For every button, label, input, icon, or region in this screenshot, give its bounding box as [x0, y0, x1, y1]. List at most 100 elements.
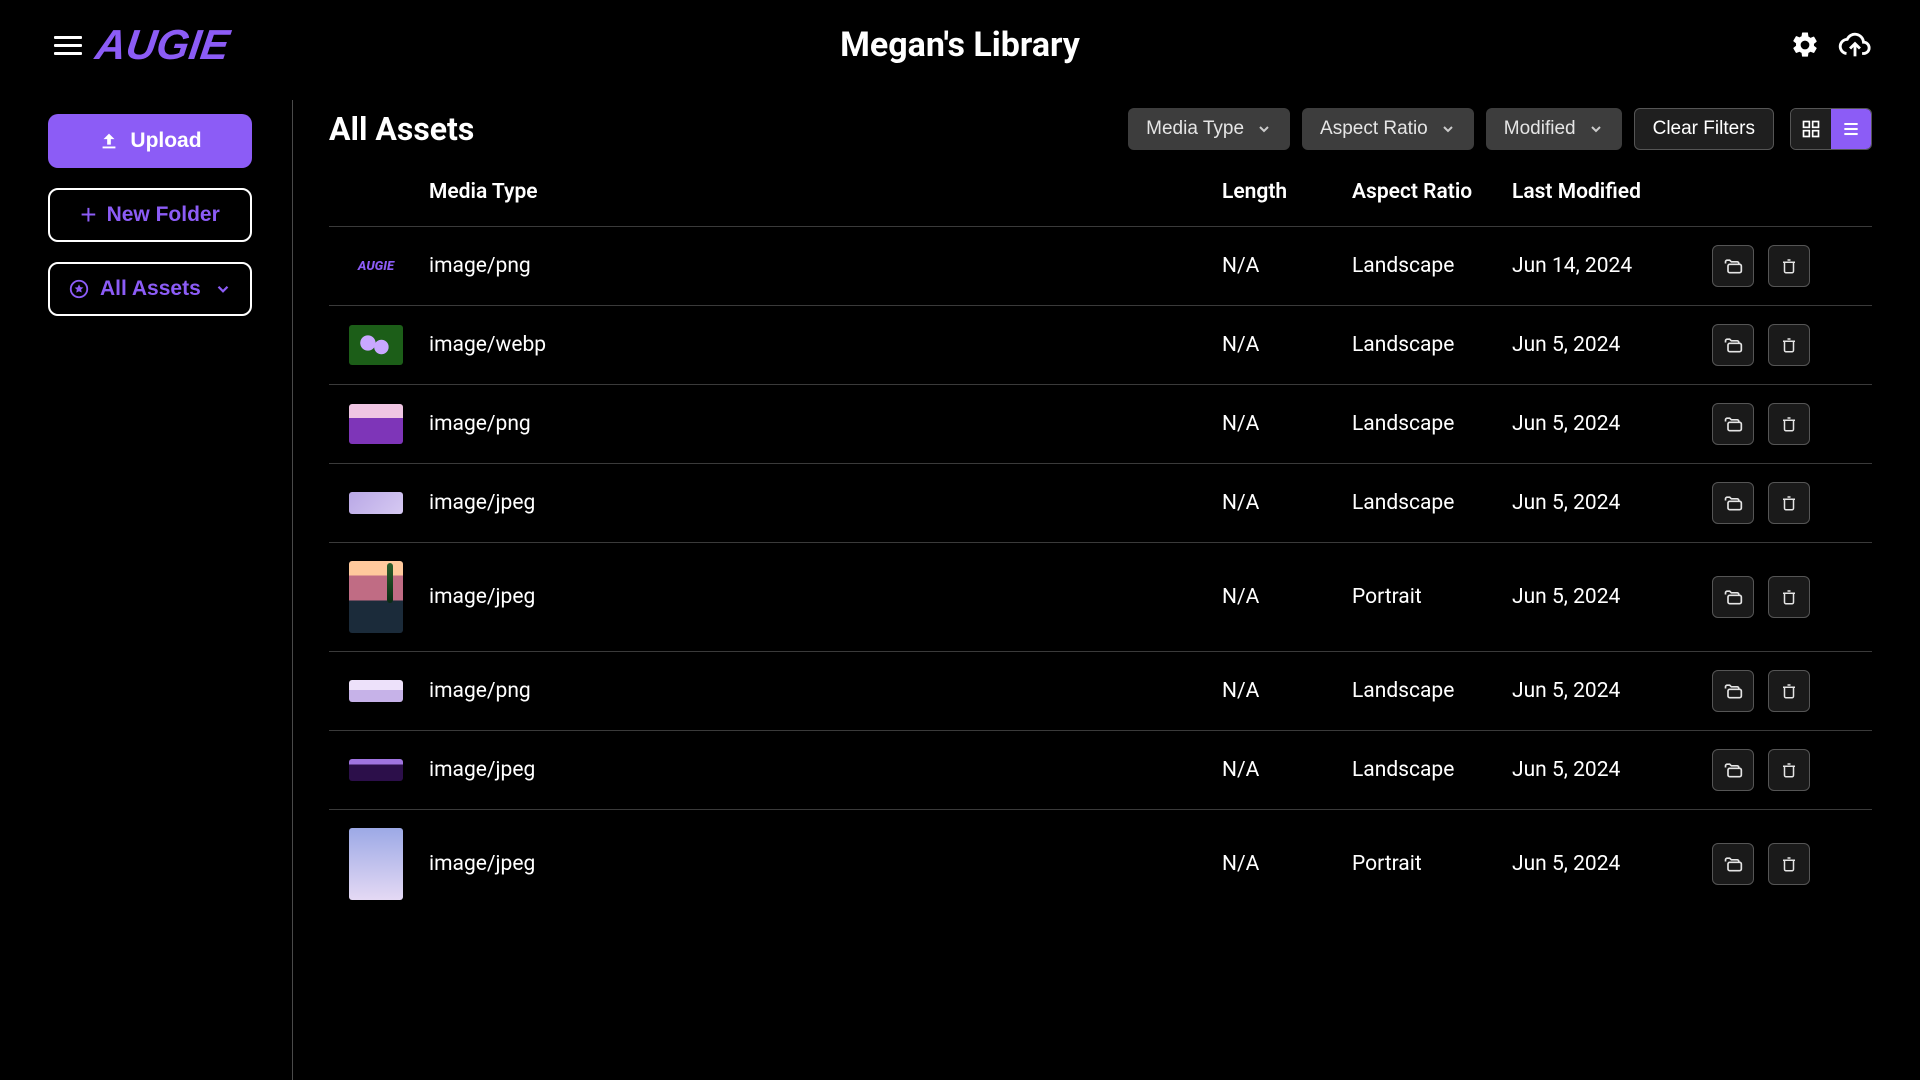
- delete-button[interactable]: [1768, 482, 1810, 524]
- cell-last-modified: Jun 5, 2024: [1512, 585, 1712, 609]
- table-row[interactable]: image/pngN/ALandscapeJun 5, 2024: [329, 651, 1872, 730]
- chevron-down-icon: [1588, 121, 1604, 137]
- move-to-folder-button[interactable]: [1712, 245, 1754, 287]
- col-length: Length: [1222, 180, 1352, 204]
- cell-aspect-ratio: Landscape: [1352, 491, 1512, 515]
- cell-length: N/A: [1222, 412, 1352, 436]
- cell-last-modified: Jun 5, 2024: [1512, 852, 1712, 876]
- delete-button[interactable]: [1768, 843, 1810, 885]
- cell-aspect-ratio: Landscape: [1352, 679, 1512, 703]
- cell-last-modified: Jun 5, 2024: [1512, 412, 1712, 436]
- table-row[interactable]: image/webpN/ALandscapeJun 5, 2024: [329, 305, 1872, 384]
- gear-icon: [1790, 30, 1820, 60]
- hamburger-menu-button[interactable]: [46, 23, 90, 67]
- cell-media-type: image/jpeg: [429, 491, 1222, 515]
- move-to-folder-button[interactable]: [1712, 576, 1754, 618]
- chevron-down-icon: [1440, 121, 1456, 137]
- sidebar: Upload + New Folder All Assets: [0, 90, 292, 1080]
- filter-media-type[interactable]: Media Type: [1128, 108, 1290, 150]
- delete-button[interactable]: [1768, 245, 1810, 287]
- delete-button[interactable]: [1768, 576, 1810, 618]
- filter-modified[interactable]: Modified: [1486, 108, 1622, 150]
- row-actions: [1712, 749, 1872, 791]
- table-row[interactable]: image/jpegN/APortraitJun 5, 2024: [329, 809, 1872, 918]
- asset-thumbnail: AUGIE: [349, 246, 403, 286]
- trash-icon: [1780, 414, 1798, 434]
- all-assets-dropdown[interactable]: All Assets: [48, 262, 252, 316]
- asset-thumbnail: [349, 828, 403, 900]
- grid-icon: [1801, 119, 1821, 139]
- table-body: AUGIEimage/pngN/ALandscapeJun 14, 2024im…: [329, 226, 1872, 918]
- cell-media-type: image/webp: [429, 333, 1222, 357]
- cell-aspect-ratio: Landscape: [1352, 333, 1512, 357]
- upload-button[interactable]: Upload: [48, 114, 252, 168]
- folders-icon: [1723, 587, 1743, 607]
- row-actions: [1712, 245, 1872, 287]
- table-row[interactable]: image/pngN/ALandscapeJun 5, 2024: [329, 384, 1872, 463]
- asset-thumbnail: [349, 325, 403, 365]
- table-row[interactable]: AUGIEimage/pngN/ALandscapeJun 14, 2024: [329, 226, 1872, 305]
- filter-controls: Media Type Aspect Ratio Modified Clear F…: [1128, 108, 1872, 150]
- main-content: All Assets Media Type Aspect Ratio Modif…: [293, 90, 1920, 1080]
- move-to-folder-button[interactable]: [1712, 324, 1754, 366]
- row-actions: [1712, 324, 1872, 366]
- page-title: Megan's Library: [840, 25, 1080, 65]
- trash-icon: [1780, 681, 1798, 701]
- trash-icon: [1780, 256, 1798, 276]
- move-to-folder-button[interactable]: [1712, 403, 1754, 445]
- filter-modified-label: Modified: [1504, 118, 1576, 140]
- cell-aspect-ratio: Landscape: [1352, 254, 1512, 278]
- folders-icon: [1723, 256, 1743, 276]
- cell-length: N/A: [1222, 758, 1352, 782]
- asset-thumbnail: [349, 561, 403, 633]
- new-folder-label: New Folder: [107, 203, 220, 227]
- delete-button[interactable]: [1768, 749, 1810, 791]
- move-to-folder-button[interactable]: [1712, 749, 1754, 791]
- filter-media-type-label: Media Type: [1146, 118, 1244, 140]
- delete-button[interactable]: [1768, 324, 1810, 366]
- cell-media-type: image/jpeg: [429, 585, 1222, 609]
- view-grid-button[interactable]: [1791, 109, 1831, 149]
- cloud-upload-icon: [1838, 30, 1872, 60]
- table-row[interactable]: image/jpegN/APortraitJun 5, 2024: [329, 542, 1872, 651]
- folders-icon: [1723, 854, 1743, 874]
- filter-aspect-ratio-label: Aspect Ratio: [1320, 118, 1428, 140]
- app-layout: Upload + New Folder All Assets All Asset…: [0, 90, 1920, 1080]
- content-top-bar: All Assets Media Type Aspect Ratio Modif…: [329, 108, 1872, 150]
- cell-aspect-ratio: Portrait: [1352, 585, 1512, 609]
- folders-icon: [1723, 681, 1743, 701]
- table-row[interactable]: image/jpegN/ALandscapeJun 5, 2024: [329, 463, 1872, 542]
- cloud-upload-button[interactable]: [1838, 30, 1872, 60]
- col-media-type: Media Type: [429, 180, 1222, 204]
- folders-icon: [1723, 760, 1743, 780]
- folders-icon: [1723, 335, 1743, 355]
- folders-icon: [1723, 493, 1743, 513]
- table-row[interactable]: image/jpegN/ALandscapeJun 5, 2024: [329, 730, 1872, 809]
- trash-icon: [1780, 854, 1798, 874]
- cell-last-modified: Jun 5, 2024: [1512, 333, 1712, 357]
- cell-length: N/A: [1222, 852, 1352, 876]
- trash-icon: [1780, 335, 1798, 355]
- settings-button[interactable]: [1790, 30, 1820, 60]
- col-aspect-ratio: Aspect Ratio: [1352, 180, 1512, 204]
- trash-icon: [1780, 587, 1798, 607]
- cell-aspect-ratio: Portrait: [1352, 852, 1512, 876]
- cell-media-type: image/png: [429, 679, 1222, 703]
- row-actions: [1712, 403, 1872, 445]
- cell-media-type: image/jpeg: [429, 852, 1222, 876]
- delete-button[interactable]: [1768, 670, 1810, 712]
- clear-filters-button[interactable]: Clear Filters: [1634, 108, 1774, 150]
- asset-thumbnail: [349, 404, 403, 444]
- cell-media-type: image/png: [429, 412, 1222, 436]
- delete-button[interactable]: [1768, 403, 1810, 445]
- new-folder-button[interactable]: + New Folder: [48, 188, 252, 242]
- cell-aspect-ratio: Landscape: [1352, 412, 1512, 436]
- cell-last-modified: Jun 5, 2024: [1512, 758, 1712, 782]
- move-to-folder-button[interactable]: [1712, 843, 1754, 885]
- view-list-button[interactable]: [1831, 109, 1871, 149]
- move-to-folder-button[interactable]: [1712, 670, 1754, 712]
- filter-aspect-ratio[interactable]: Aspect Ratio: [1302, 108, 1474, 150]
- upload-button-label: Upload: [130, 129, 201, 153]
- row-actions: [1712, 670, 1872, 712]
- move-to-folder-button[interactable]: [1712, 482, 1754, 524]
